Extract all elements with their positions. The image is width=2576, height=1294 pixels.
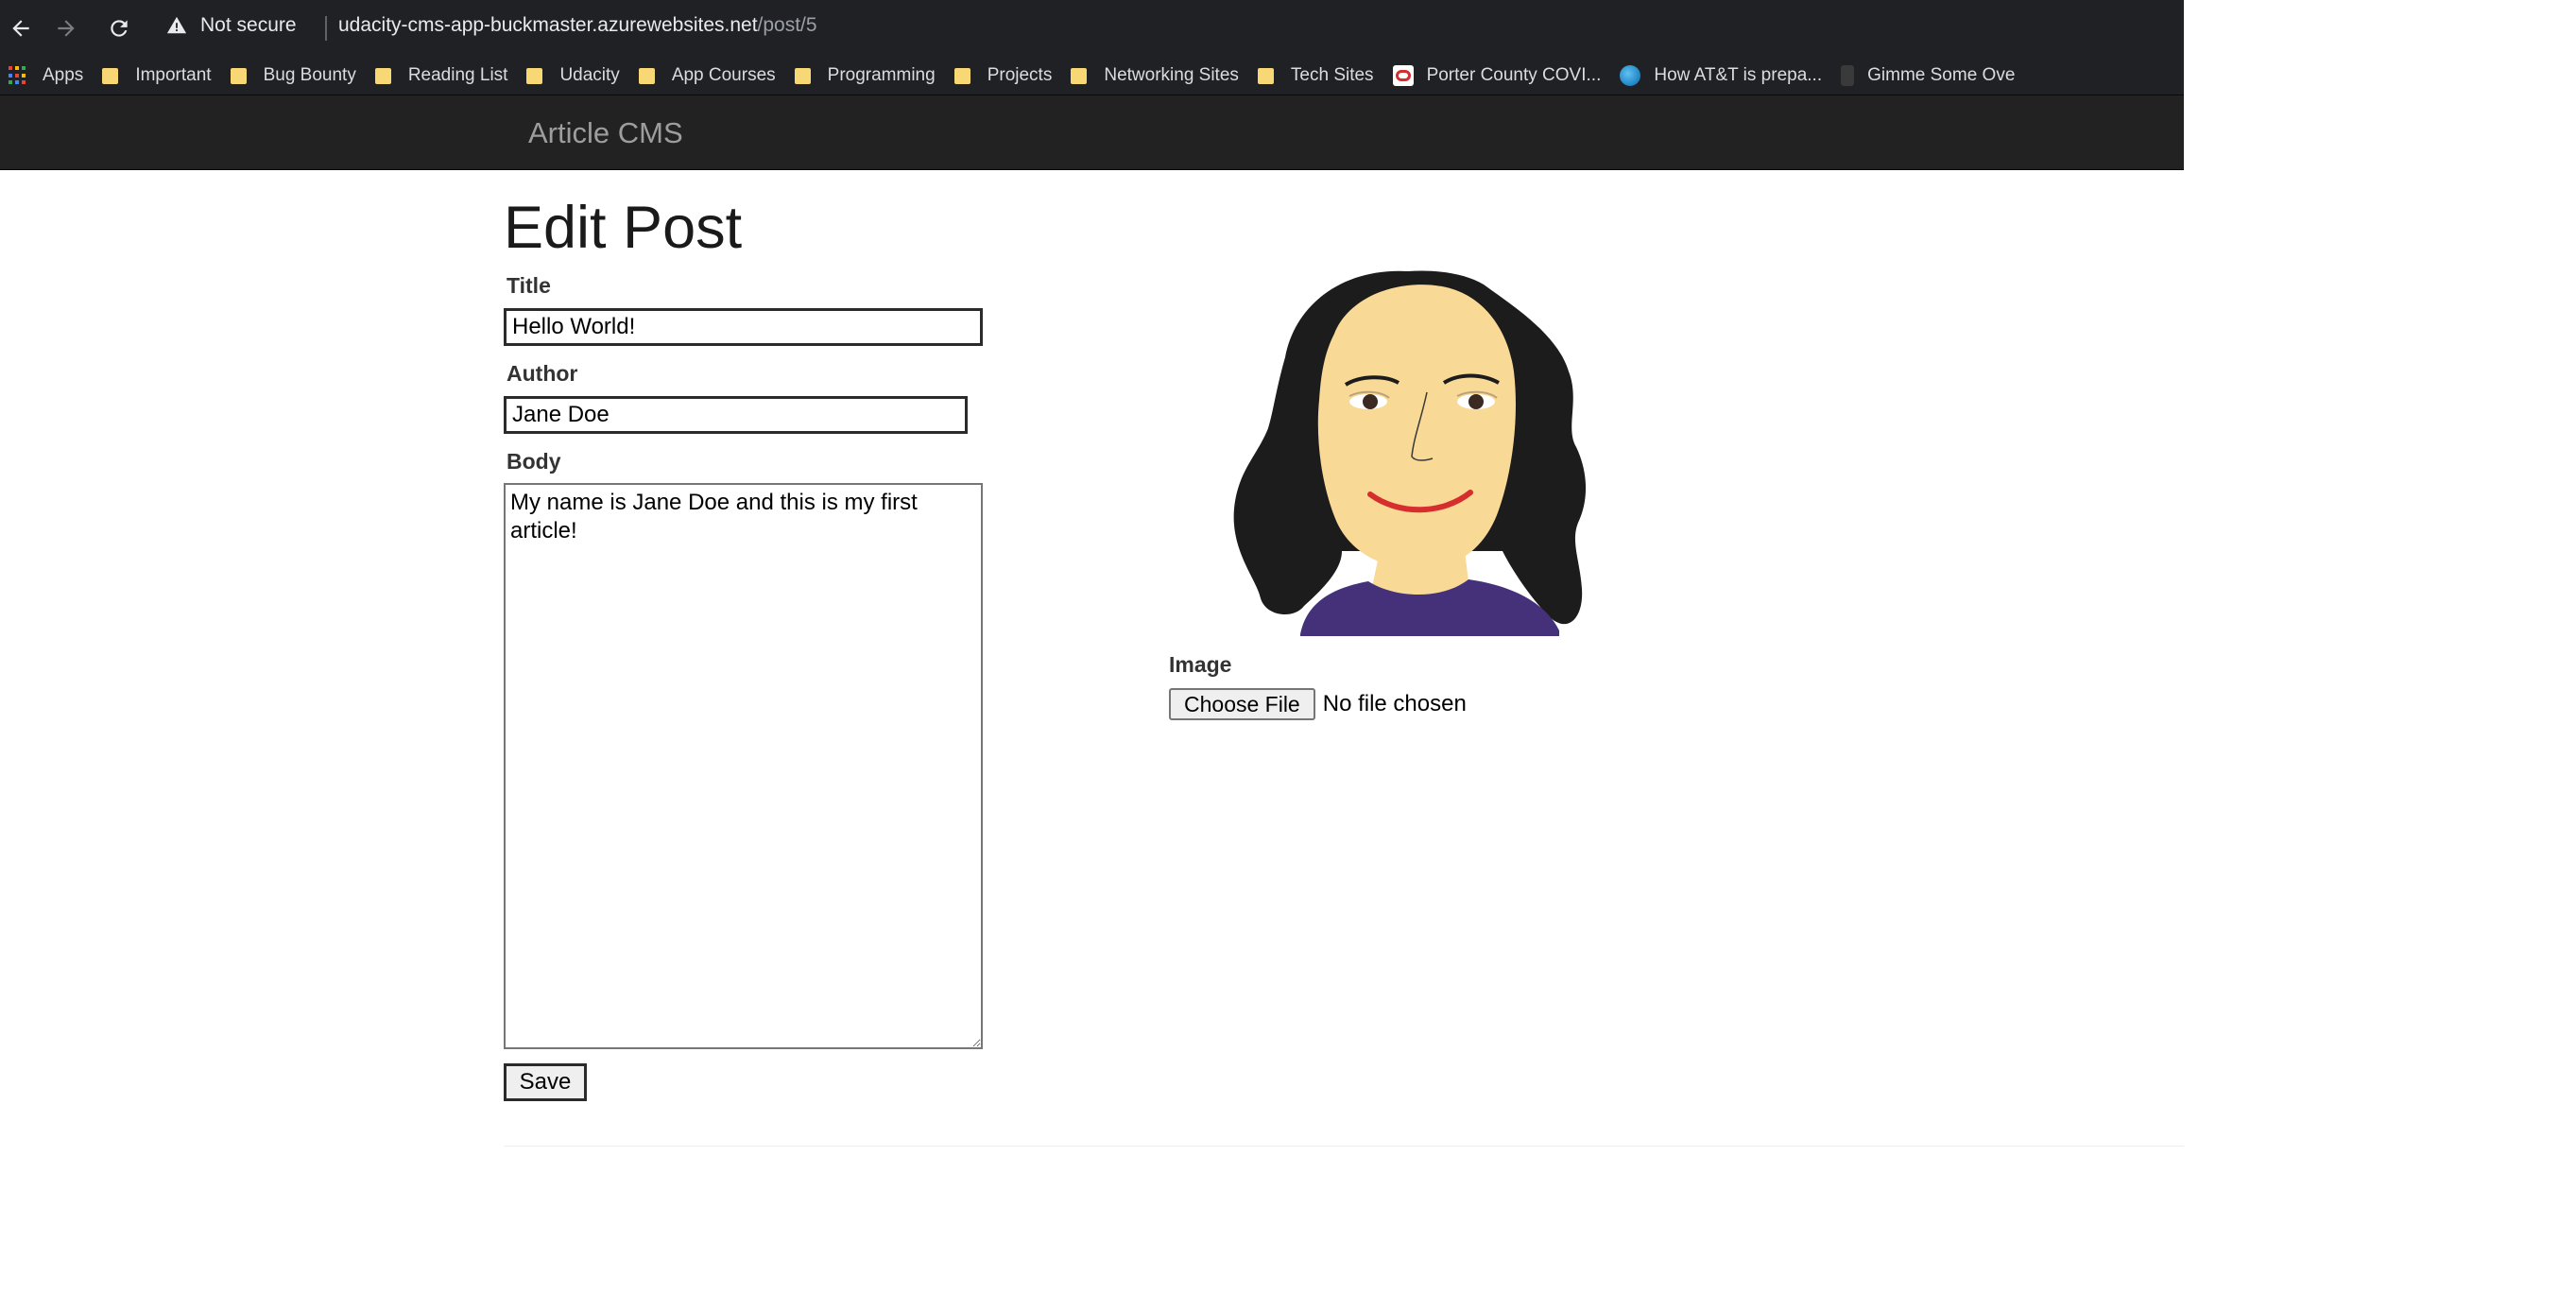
att-favicon-icon [1620,65,1641,86]
folder-icon [638,67,655,84]
folder-icon [374,67,391,84]
url-field[interactable]: udacity-cms-app-buckmaster.azurewebsites… [338,14,817,37]
title-label: Title [507,273,551,298]
security-text: Not secure [200,14,297,36]
bookmark-item[interactable]: Tech Sites [1257,65,1374,86]
body-textarea[interactable]: My name is Jane Doe and this is my first… [504,483,983,1049]
folder-icon [1071,67,1088,84]
image-label: Image [1169,652,1232,677]
title-input[interactable] [504,308,983,346]
author-label: Author [507,361,578,386]
brand-link[interactable]: Article CMS [528,116,683,150]
bookmark-item[interactable]: Projects [953,65,1053,86]
bookmark-item[interactable]: Porter County COVI... [1392,65,1602,86]
bookmark-item[interactable]: Gimme Some Ove [1841,65,2015,86]
bookmark-label: Porter County COVI... [1426,65,1602,85]
choose-file-button[interactable]: Choose File [1169,688,1315,720]
bookmark-label: Bug Bounty [263,65,356,85]
folder-icon [1257,67,1274,84]
footer-divider [504,1146,2184,1147]
site-security-indicator[interactable]: Not secure [166,14,297,37]
bookmark-item[interactable]: Bug Bounty [230,65,356,86]
bookmark-label: App Courses [671,65,776,85]
bookmark-label: Apps [43,65,84,85]
back-button[interactable] [4,11,38,45]
bookmark-label: Tech Sites [1290,65,1374,85]
author-portrait-image [1233,270,1587,636]
folder-icon [526,67,543,84]
bookmark-item[interactable]: Udacity [526,65,620,86]
folder-icon [102,67,119,84]
face-shape [1317,285,1516,570]
url-path: /post/5 [757,14,817,36]
bookmark-item[interactable]: Networking Sites [1071,65,1239,86]
warning-icon [166,16,187,34]
folder-icon [953,67,970,84]
file-input: Choose File No file chosen [1169,688,1467,720]
reload-button[interactable] [102,11,136,45]
covid-favicon-icon [1392,65,1414,86]
page-title: Edit Post [504,195,743,261]
save-button[interactable]: Save [504,1063,587,1101]
url-host: udacity-cms-app-buckmaster.azurewebsites… [338,14,758,36]
bookmark-item[interactable]: Important [102,65,212,86]
bookmark-item[interactable]: Programming [794,65,936,86]
bookmark-label: Networking Sites [1104,65,1239,85]
bookmark-label: How AT&T is prepa... [1654,65,1823,85]
bookmark-item[interactable]: How AT&T is prepa... [1620,65,1822,86]
bookmarks-bar: Apps Important Bug Bounty Reading List Udaci… [0,57,2184,95]
apps-grid-icon [9,66,27,85]
screen: Not secure udacity-cms-app-buckmaster.az… [0,0,2576,1294]
bookmark-item[interactable]: Apps [9,65,83,86]
reload-icon [111,20,128,37]
bookmark-label: Udacity [559,65,620,85]
body-label: Body [507,449,561,474]
address-separator [325,16,327,41]
browser-chrome: Not secure udacity-cms-app-buckmaster.az… [0,0,2184,95]
site-navbar: Article CMS [0,95,2184,170]
arrow-left-icon [12,20,29,37]
gimme-favicon-icon [1841,65,1855,86]
bookmark-label: Reading List [407,65,508,85]
author-input[interactable] [504,396,968,434]
bookmark-item[interactable]: App Courses [638,65,776,86]
arrow-right-icon [58,20,75,37]
folder-icon [230,67,247,84]
bookmark-label: Important [135,65,212,85]
file-status-text: No file chosen [1322,691,1467,716]
bookmark-item[interactable]: Reading List [374,65,508,86]
bookmark-label: Gimme Some Ove [1867,65,2016,85]
bookmark-label: Programming [827,65,936,85]
address-bar: Not secure udacity-cms-app-buckmaster.az… [0,0,2184,57]
folder-icon [794,67,811,84]
bookmark-label: Projects [987,65,1053,85]
forward-button[interactable] [49,11,83,45]
